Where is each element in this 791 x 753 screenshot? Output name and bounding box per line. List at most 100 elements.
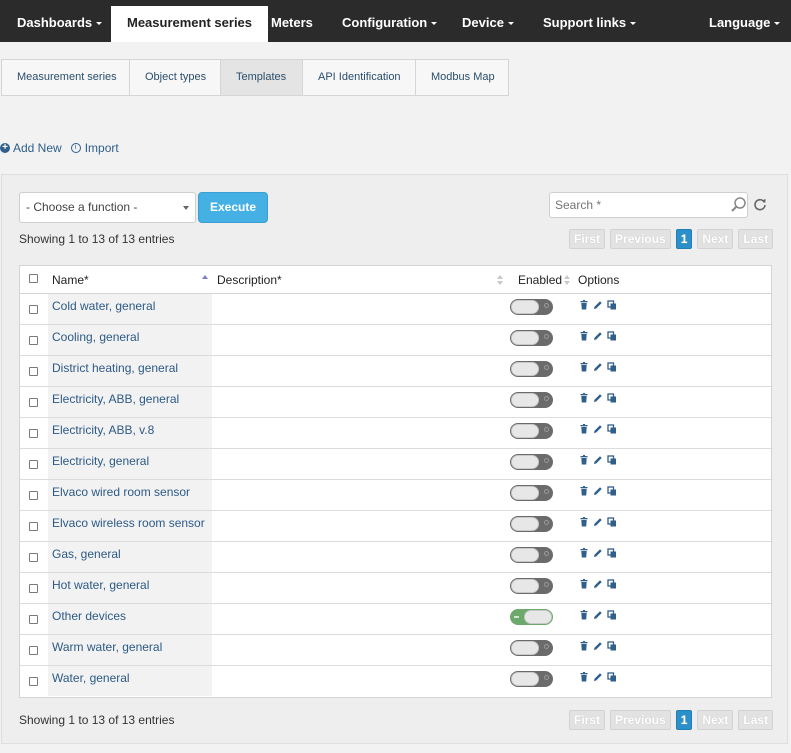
enabled-toggle[interactable] bbox=[510, 485, 553, 501]
row-checkbox[interactable] bbox=[29, 677, 38, 686]
sort-icon[interactable] bbox=[564, 275, 570, 285]
pencil-icon[interactable] bbox=[593, 331, 603, 341]
refresh-icon[interactable] bbox=[753, 197, 767, 211]
trash-icon[interactable] bbox=[579, 641, 589, 651]
pencil-icon[interactable] bbox=[593, 579, 603, 589]
enabled-toggle[interactable] bbox=[510, 609, 553, 625]
pager-previous-button[interactable]: Previous bbox=[610, 710, 671, 730]
row-checkbox[interactable] bbox=[29, 398, 38, 407]
trash-icon[interactable] bbox=[579, 300, 589, 310]
tab-modbus-map[interactable]: Modbus Map bbox=[416, 60, 508, 95]
row-checkbox[interactable] bbox=[29, 305, 38, 314]
copy-icon[interactable] bbox=[607, 331, 617, 341]
search-icon[interactable] bbox=[729, 195, 749, 215]
pager-previous-button[interactable]: Previous bbox=[610, 229, 671, 249]
trash-icon[interactable] bbox=[579, 362, 589, 372]
copy-icon[interactable] bbox=[607, 455, 617, 465]
trash-icon[interactable] bbox=[579, 579, 589, 589]
enabled-toggle[interactable] bbox=[510, 547, 553, 563]
enabled-toggle[interactable] bbox=[510, 640, 553, 656]
trash-icon[interactable] bbox=[579, 331, 589, 341]
enabled-toggle[interactable] bbox=[510, 454, 553, 470]
function-select[interactable]: - Choose a function - bbox=[19, 192, 196, 223]
template-name-link[interactable]: Hot water, general bbox=[52, 578, 149, 592]
row-checkbox[interactable] bbox=[29, 615, 38, 624]
template-name-link[interactable]: District heating, general bbox=[52, 361, 178, 375]
tab-api-identification[interactable]: API Identification bbox=[303, 60, 416, 95]
pencil-icon[interactable] bbox=[593, 641, 603, 651]
row-checkbox[interactable] bbox=[29, 553, 38, 562]
pencil-icon[interactable] bbox=[593, 610, 603, 620]
template-name-link[interactable]: Elvaco wired room sensor bbox=[52, 485, 190, 499]
pencil-icon[interactable] bbox=[593, 393, 603, 403]
nav-support-links[interactable]: Support links bbox=[543, 0, 637, 42]
row-checkbox[interactable] bbox=[29, 336, 38, 345]
copy-icon[interactable] bbox=[607, 548, 617, 558]
pencil-icon[interactable] bbox=[593, 424, 603, 434]
copy-icon[interactable] bbox=[607, 486, 617, 496]
nav-meters[interactable]: Meters bbox=[271, 0, 313, 42]
copy-icon[interactable] bbox=[607, 393, 617, 403]
copy-icon[interactable] bbox=[607, 300, 617, 310]
row-checkbox[interactable] bbox=[29, 491, 38, 500]
row-checkbox[interactable] bbox=[29, 367, 38, 376]
template-name-link[interactable]: Warm water, general bbox=[52, 640, 162, 654]
row-checkbox[interactable] bbox=[29, 460, 38, 469]
copy-icon[interactable] bbox=[607, 610, 617, 620]
pencil-icon[interactable] bbox=[593, 486, 603, 496]
pencil-icon[interactable] bbox=[593, 455, 603, 465]
row-checkbox[interactable] bbox=[29, 429, 38, 438]
sort-asc-icon[interactable] bbox=[202, 275, 208, 285]
pencil-icon[interactable] bbox=[593, 300, 603, 310]
pager-first-button[interactable]: First bbox=[569, 710, 606, 730]
enabled-toggle[interactable] bbox=[510, 392, 553, 408]
copy-icon[interactable] bbox=[607, 362, 617, 372]
copy-icon[interactable] bbox=[607, 517, 617, 527]
pencil-icon[interactable] bbox=[593, 548, 603, 558]
enabled-toggle[interactable] bbox=[510, 578, 553, 594]
sort-icon[interactable] bbox=[497, 275, 503, 285]
template-name-link[interactable]: Elvaco wireless room sensor bbox=[52, 516, 205, 530]
nav-measurement-series[interactable]: Measurement series bbox=[111, 6, 269, 42]
template-name-link[interactable]: Electricity, ABB, v.8 bbox=[52, 423, 154, 437]
execute-button[interactable]: Execute bbox=[198, 192, 268, 223]
row-checkbox[interactable] bbox=[29, 646, 38, 655]
nav-dashboards[interactable]: Dashboards bbox=[17, 0, 103, 42]
template-name-link[interactable]: Other devices bbox=[52, 609, 126, 623]
nav-language[interactable]: Language bbox=[709, 0, 781, 42]
trash-icon[interactable] bbox=[579, 672, 589, 682]
template-name-link[interactable]: Cold water, general bbox=[52, 299, 155, 313]
row-checkbox[interactable] bbox=[29, 522, 38, 531]
search-input[interactable] bbox=[549, 192, 748, 218]
tab-measurement-series[interactable]: Measurement series bbox=[2, 60, 130, 95]
select-all-checkbox[interactable] bbox=[29, 274, 38, 283]
pager-page-1-button[interactable]: 1 bbox=[675, 229, 693, 249]
template-name-link[interactable]: Gas, general bbox=[52, 547, 121, 561]
trash-icon[interactable] bbox=[579, 517, 589, 527]
add-new-link[interactable]: + Add New bbox=[0, 141, 62, 155]
trash-icon[interactable] bbox=[579, 424, 589, 434]
template-name-link[interactable]: Electricity, general bbox=[52, 454, 149, 468]
tab-templates[interactable]: Templates bbox=[221, 60, 303, 95]
trash-icon[interactable] bbox=[579, 548, 589, 558]
copy-icon[interactable] bbox=[607, 672, 617, 682]
pager-first-button[interactable]: First bbox=[569, 229, 606, 249]
col-name-header[interactable]: Name* bbox=[52, 266, 89, 294]
copy-icon[interactable] bbox=[607, 579, 617, 589]
pencil-icon[interactable] bbox=[593, 672, 603, 682]
trash-icon[interactable] bbox=[579, 486, 589, 496]
enabled-toggle[interactable] bbox=[510, 361, 553, 377]
col-enabled-header[interactable]: Enabled bbox=[518, 266, 562, 294]
copy-icon[interactable] bbox=[607, 424, 617, 434]
enabled-toggle[interactable] bbox=[510, 330, 553, 346]
copy-icon[interactable] bbox=[607, 641, 617, 651]
pager-last-button[interactable]: Last bbox=[738, 229, 774, 249]
pager-page-1-button[interactable]: 1 bbox=[675, 710, 693, 730]
trash-icon[interactable] bbox=[579, 393, 589, 403]
row-checkbox[interactable] bbox=[29, 584, 38, 593]
pager-last-button[interactable]: Last bbox=[738, 710, 774, 730]
pencil-icon[interactable] bbox=[593, 517, 603, 527]
pencil-icon[interactable] bbox=[593, 362, 603, 372]
trash-icon[interactable] bbox=[579, 455, 589, 465]
col-description-header[interactable]: Description* bbox=[217, 266, 282, 294]
